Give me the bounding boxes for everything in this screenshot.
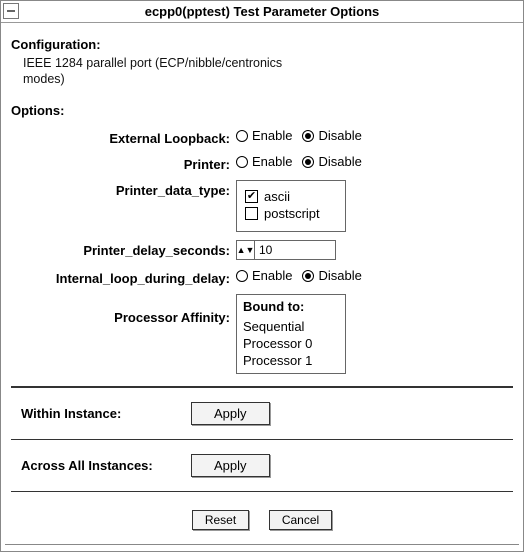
affinity-item-proc0[interactable]: Processor 0 [243,335,339,352]
internal-loop-disable-radio[interactable]: Disable [302,268,361,283]
printer-delay-input[interactable] [255,241,335,259]
options-label: Options: [11,103,513,118]
printer-data-type-label: Printer_data_type: [11,180,236,198]
within-instance-apply-button[interactable]: Apply [191,402,270,425]
divider-1 [11,386,513,388]
across-all-instances-label: Across All Instances: [21,458,171,473]
bottom-rule [5,544,519,545]
printer-enable-radio[interactable]: Enable [236,154,292,169]
printer-delay-label: Printer_delay_seconds: [11,240,236,258]
dialog-content: Configuration: IEEE 1284 parallel port (… [1,23,523,536]
divider-3 [11,491,513,492]
processor-affinity-label: Processor Affinity: [11,294,236,325]
affinity-header: Bound to: [243,299,339,314]
affinity-item-proc1[interactable]: Processor 1 [243,352,339,369]
printer-disable-radio[interactable]: Disable [302,154,361,169]
printer-delay-spinner[interactable]: ▲▼ [236,240,336,260]
configuration-label: Configuration: [11,37,513,52]
ascii-checkbox[interactable]: ✔ascii [245,189,335,204]
spinner-arrows-icon[interactable]: ▲▼ [237,241,255,259]
title-bar: ecpp0(pptest) Test Parameter Options [1,1,523,23]
cancel-button[interactable]: Cancel [269,510,332,530]
printer-data-type-panel: ✔ascii postscript [236,180,346,232]
internal-loop-enable-radio[interactable]: Enable [236,268,292,283]
window-menu-icon[interactable] [3,3,19,19]
divider-2 [11,439,513,440]
processor-affinity-list: Bound to: Sequential Processor 0 Process… [236,294,346,374]
window-title: ecpp0(pptest) Test Parameter Options [145,4,380,19]
reset-button[interactable]: Reset [192,510,249,530]
internal-loop-label: Internal_loop_during_delay: [11,268,236,286]
configuration-text: IEEE 1284 parallel port (ECP/nibble/cent… [23,56,323,87]
external-loopback-label: External Loopback: [11,128,236,146]
within-instance-label: Within Instance: [21,406,171,421]
printer-label: Printer: [11,154,236,172]
across-all-instances-apply-button[interactable]: Apply [191,454,270,477]
external-loopback-enable-radio[interactable]: Enable [236,128,292,143]
postscript-checkbox[interactable]: postscript [245,206,335,221]
external-loopback-disable-radio[interactable]: Disable [302,128,361,143]
affinity-item-sequential[interactable]: Sequential [243,318,339,335]
